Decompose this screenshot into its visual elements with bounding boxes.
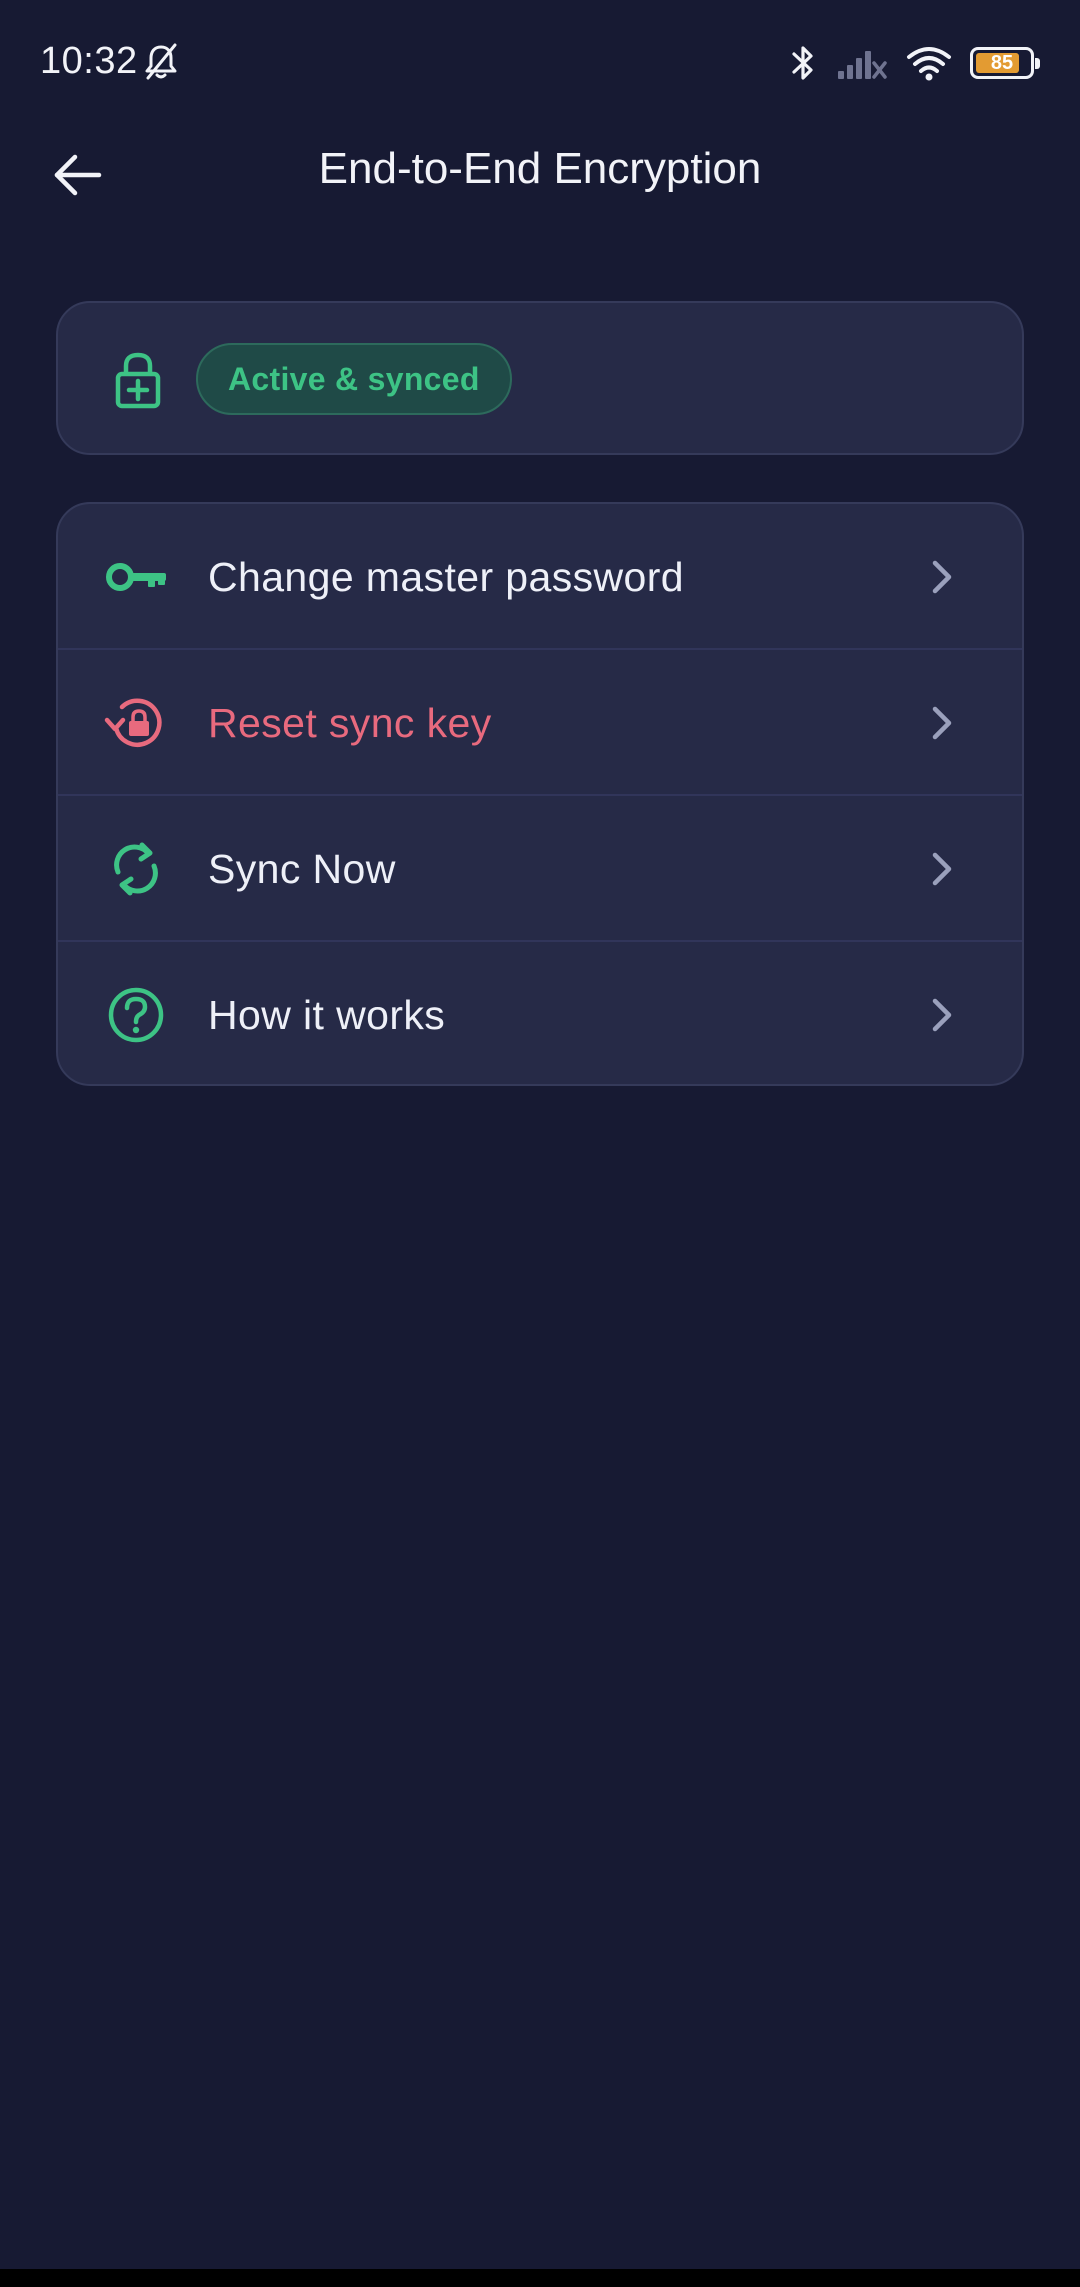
menu-item-label: Reset sync key bbox=[208, 700, 492, 746]
encryption-settings-screen: 10:32 85 End-to-End Encryption Active & … bbox=[0, 0, 1080, 2287]
bluetooth-icon bbox=[792, 46, 813, 80]
menu-item-label: How it works bbox=[208, 992, 446, 1038]
menu-item-how-it-works[interactable]: How it works bbox=[58, 942, 1022, 1084]
chevron-right-icon bbox=[932, 706, 952, 740]
sync-icon bbox=[114, 842, 158, 896]
menu-item-sync-now[interactable]: Sync Now bbox=[58, 796, 1022, 942]
status-time: 10:32 bbox=[40, 40, 138, 82]
chevron-right-icon bbox=[932, 998, 952, 1032]
page-title: End-to-End Encryption bbox=[318, 144, 762, 193]
status-icons: 85 bbox=[788, 40, 1040, 86]
reset-lock-icon bbox=[104, 698, 162, 747]
status-badge: Active & synced bbox=[196, 343, 512, 415]
wifi-icon bbox=[907, 47, 951, 81]
chevron-right-icon bbox=[932, 560, 952, 594]
menu-item-change-master-password[interactable]: Change master password bbox=[58, 504, 1022, 650]
chevron-right-icon bbox=[932, 852, 952, 886]
bell-off-icon bbox=[145, 43, 177, 80]
status-bar: 10:32 85 bbox=[0, 0, 1080, 130]
battery-level: 85 bbox=[990, 52, 1014, 74]
lock-plus-icon bbox=[115, 352, 161, 409]
menu-item-label: Sync Now bbox=[208, 846, 396, 892]
signal-off-icon bbox=[838, 51, 887, 79]
menu-item-reset-sync-key[interactable]: Reset sync key bbox=[58, 650, 1022, 796]
menu-item-label: Change master password bbox=[208, 554, 684, 600]
encryption-status-card: Active & synced bbox=[56, 301, 1024, 455]
key-icon bbox=[106, 563, 166, 591]
help-circle-icon bbox=[108, 987, 164, 1043]
app-bar: End-to-End Encryption bbox=[0, 130, 1080, 220]
encryption-menu: Change master password Reset sync key Sy… bbox=[56, 502, 1024, 1086]
navigation-bar-strip bbox=[0, 2269, 1080, 2287]
battery-icon: 85 bbox=[970, 47, 1040, 79]
